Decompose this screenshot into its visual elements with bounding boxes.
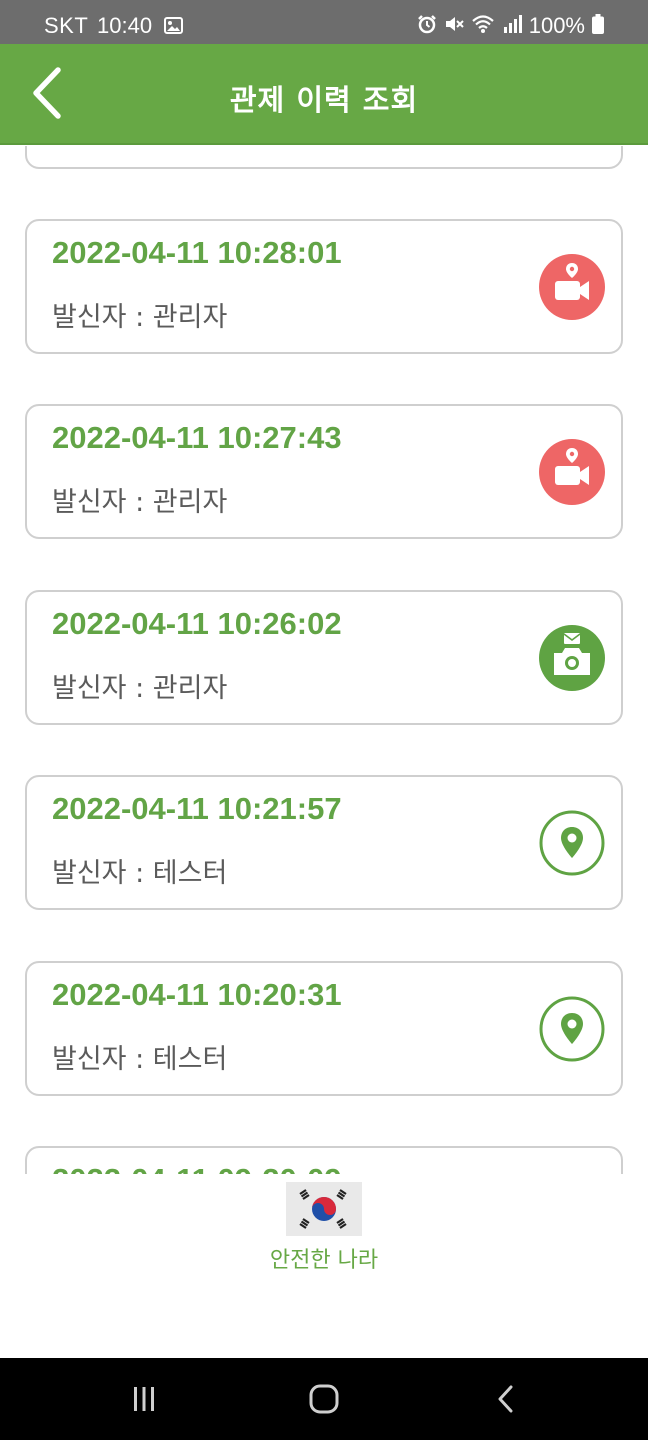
system-back-button[interactable]	[476, 1374, 536, 1424]
video-location-icon	[539, 439, 605, 505]
history-timestamp: 2022-04-11 09:20:09	[52, 1162, 342, 1174]
history-card[interactable]: 2022-04-11 09:20:09	[25, 1146, 623, 1174]
home-button[interactable]	[294, 1374, 354, 1424]
location-pin-icon	[539, 810, 605, 876]
video-location-icon	[539, 254, 605, 320]
history-timestamp: 2022-04-11 10:27:43	[52, 420, 342, 455]
history-timestamp: 2022-04-11 10:28:01	[52, 235, 342, 270]
history-sender: 발신자 : 테스터	[52, 1044, 228, 1075]
history-list[interactable]: 2022-04-11 10:28:01 발신자 : 관리자 2022-04-11…	[0, 146, 648, 1174]
korea-flag-icon	[286, 1182, 362, 1236]
image-icon	[164, 17, 183, 38]
history-card[interactable]: 2022-04-11 10:27:43 발신자 : 관리자	[25, 404, 623, 539]
history-card[interactable]: 2022-04-11 10:20:31 발신자 : 테스터	[25, 961, 623, 1096]
back-icon	[498, 1385, 513, 1413]
status-bar: SKT 10:40 100%	[0, 0, 648, 44]
camera-message-icon	[539, 625, 605, 691]
clock: 10:40	[97, 13, 153, 38]
battery-icon	[592, 14, 604, 38]
history-timestamp: 2022-04-11 10:20:31	[52, 977, 342, 1012]
system-nav-bar	[0, 1358, 648, 1440]
battery-percent: 100%	[528, 13, 585, 38]
signal-icon	[502, 14, 522, 38]
history-card[interactable]: 2022-04-11 10:21:57 발신자 : 테스터	[25, 775, 623, 910]
location-pin-icon	[539, 996, 605, 1062]
history-card[interactable]: 2022-04-11 10:28:01 발신자 : 관리자	[25, 219, 623, 354]
alarm-icon	[417, 14, 437, 38]
app-bar: 관제 이력 조회	[0, 44, 648, 145]
history-sender: 발신자 : 관리자	[52, 487, 228, 518]
wifi-icon	[471, 14, 495, 38]
history-sender: 발신자 : 관리자	[52, 673, 228, 704]
recent-apps-button[interactable]	[114, 1374, 174, 1424]
history-sender: 발신자 : 테스터	[52, 858, 228, 889]
footer: 안전한 나라	[0, 1174, 648, 1358]
mute-icon	[444, 14, 464, 38]
home-icon	[309, 1384, 339, 1414]
history-card[interactable]	[25, 146, 623, 169]
history-card[interactable]: 2022-04-11 10:26:02 발신자 : 관리자	[25, 590, 623, 725]
history-timestamp: 2022-04-11 10:21:57	[52, 791, 342, 826]
footer-label: 안전한 나라	[269, 1248, 379, 1273]
history-timestamp: 2022-04-11 10:26:02	[52, 606, 342, 641]
history-sender: 발신자 : 관리자	[52, 302, 228, 333]
recent-apps-icon	[134, 1387, 154, 1411]
page-title: 관제 이력 조회	[229, 83, 419, 117]
carrier-label: SKT	[44, 13, 89, 38]
